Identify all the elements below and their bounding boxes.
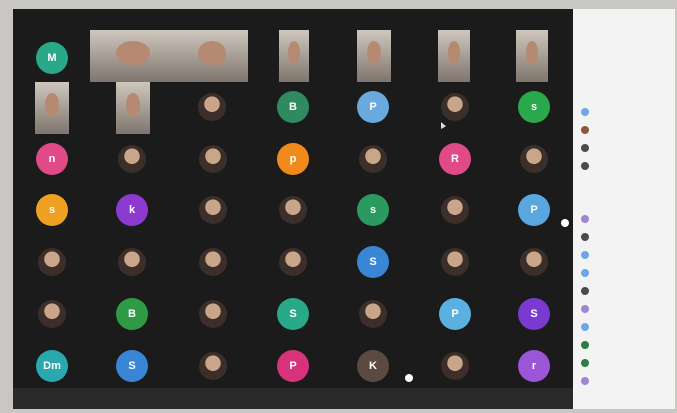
panel-title — [581, 17, 669, 25]
participant-row[interactable] — [581, 376, 589, 386]
avatar-photo[interactable] — [279, 248, 307, 276]
avatar[interactable]: S — [116, 350, 148, 382]
participant-row[interactable] — [581, 161, 589, 171]
avatar[interactable]: R — [439, 143, 471, 175]
avatar[interactable]: B — [116, 298, 148, 330]
participant-avatar — [581, 215, 589, 223]
participant-grid: M B P s n p R s k s P S B S P S Dm S P K… — [13, 9, 575, 390]
participant-avatar — [581, 305, 589, 313]
avatar[interactable]: S — [518, 298, 550, 330]
participant-avatar — [581, 162, 589, 170]
participant-row[interactable] — [581, 268, 589, 278]
mouse-cursor-icon — [441, 122, 446, 129]
participant-row[interactable] — [581, 340, 589, 350]
avatar-photo[interactable] — [359, 300, 387, 328]
video-face — [447, 41, 461, 65]
participant-avatar — [581, 287, 589, 295]
meeting-controls-bar — [13, 388, 575, 409]
video-face — [197, 41, 227, 65]
participant-row[interactable] — [581, 125, 589, 135]
participant-avatar — [581, 377, 589, 385]
avatar-photo[interactable] — [199, 196, 227, 224]
video-tile-7[interactable] — [35, 82, 69, 134]
participant-row[interactable] — [581, 143, 589, 153]
avatar-photo[interactable] — [118, 145, 146, 173]
video-tile-2[interactable] — [176, 30, 248, 82]
video-tile-4[interactable] — [357, 30, 391, 82]
participant-avatar — [581, 341, 589, 349]
video-tile-1[interactable] — [90, 30, 176, 82]
avatar-photo[interactable] — [441, 352, 469, 380]
avatar[interactable]: s — [357, 194, 389, 226]
avatar-photo[interactable] — [520, 145, 548, 173]
video-face — [115, 41, 151, 65]
participant-avatar — [581, 233, 589, 241]
avatar-photo[interactable] — [38, 248, 66, 276]
participants-panel — [573, 9, 675, 409]
avatar[interactable]: P — [357, 91, 389, 123]
avatar-photo[interactable] — [199, 300, 227, 328]
avatar[interactable]: r — [518, 350, 550, 382]
video-face — [525, 41, 539, 65]
video-face — [367, 41, 381, 65]
video-tile-8[interactable] — [116, 82, 150, 134]
participant-row[interactable] — [581, 322, 589, 332]
avatar-photo[interactable] — [38, 300, 66, 328]
participant-avatar — [581, 108, 589, 116]
participant-avatar — [581, 126, 589, 134]
participant-row[interactable] — [581, 286, 589, 296]
pin-indicator-icon — [561, 219, 569, 227]
avatar[interactable]: P — [439, 298, 471, 330]
avatar-photo[interactable] — [520, 248, 548, 276]
avatar[interactable]: P — [277, 350, 309, 382]
avatar[interactable]: n — [36, 143, 68, 175]
participant-avatar — [581, 323, 589, 331]
participant-avatar — [581, 269, 589, 277]
avatar[interactable]: B — [277, 91, 309, 123]
avatar[interactable]: P — [518, 194, 550, 226]
avatar[interactable]: s — [518, 91, 550, 123]
avatar-photo[interactable] — [441, 196, 469, 224]
participant-row[interactable] — [581, 232, 589, 242]
video-face — [126, 93, 140, 117]
video-tile-6[interactable] — [516, 30, 548, 82]
participant-row[interactable] — [581, 107, 589, 117]
avatar[interactable]: p — [277, 143, 309, 175]
pin-indicator-icon — [405, 374, 413, 382]
avatar-photo[interactable] — [441, 93, 469, 121]
avatar-photo[interactable] — [199, 145, 227, 173]
avatar-photo[interactable] — [279, 196, 307, 224]
participant-avatar — [581, 251, 589, 259]
avatar-photo[interactable] — [199, 352, 227, 380]
participant-row[interactable] — [581, 358, 589, 368]
avatar[interactable]: S — [357, 246, 389, 278]
avatar[interactable]: M — [36, 42, 68, 74]
avatar-photo[interactable] — [359, 145, 387, 173]
participant-row[interactable] — [581, 214, 589, 224]
participant-row[interactable] — [581, 250, 589, 260]
avatar-photo[interactable] — [118, 248, 146, 276]
avatar[interactable]: S — [277, 298, 309, 330]
participant-row[interactable] — [581, 304, 589, 314]
video-tile-5[interactable] — [438, 30, 470, 82]
video-tile-3[interactable] — [279, 30, 309, 82]
video-face — [45, 93, 59, 117]
participant-avatar — [581, 144, 589, 152]
avatar-photo[interactable] — [198, 93, 226, 121]
participant-avatar — [581, 359, 589, 367]
avatar[interactable]: k — [116, 194, 148, 226]
avatar-photo[interactable] — [441, 248, 469, 276]
avatar[interactable]: Dm — [36, 350, 68, 382]
avatar-photo[interactable] — [199, 248, 227, 276]
avatar[interactable]: K — [357, 350, 389, 382]
video-face — [288, 41, 300, 65]
avatar[interactable]: s — [36, 194, 68, 226]
